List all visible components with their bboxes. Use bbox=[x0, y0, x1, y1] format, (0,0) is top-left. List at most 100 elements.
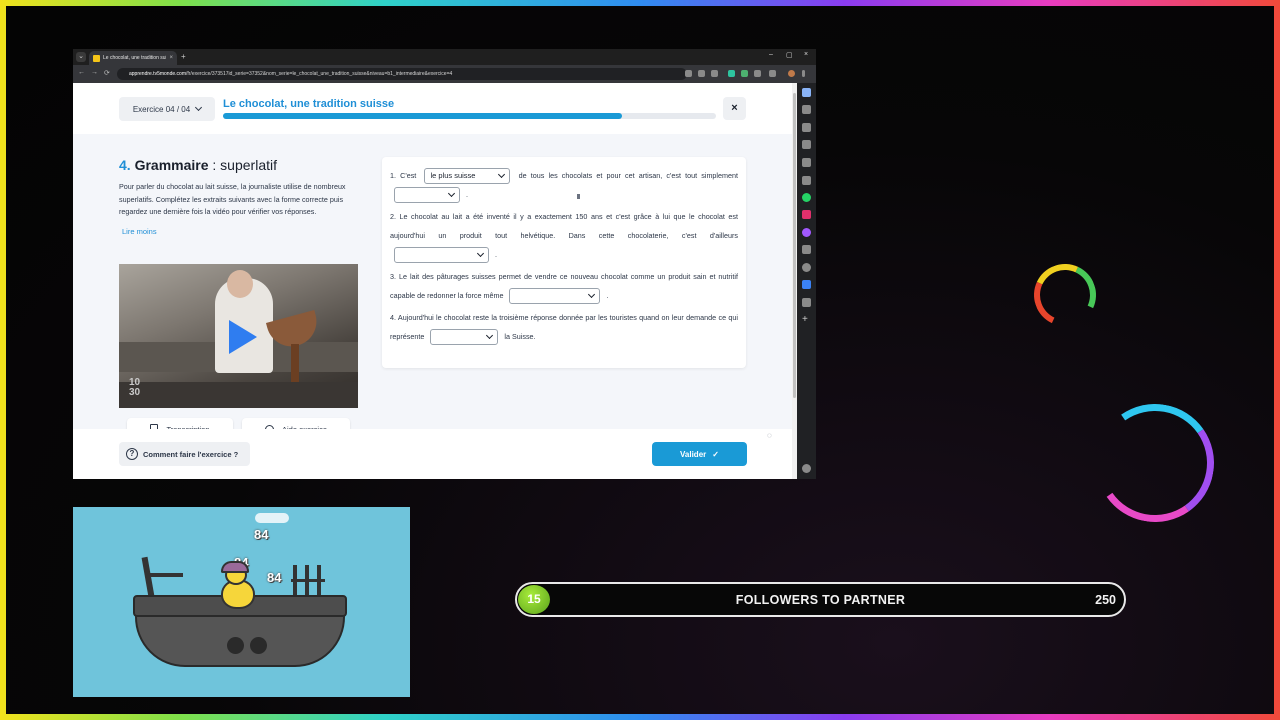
question-4: 4. Aujourd'hui le chocolat reste la troi… bbox=[390, 308, 738, 346]
exercise-selector[interactable]: Exercice 04 / 04 bbox=[119, 97, 215, 121]
extension-icon[interactable] bbox=[802, 280, 811, 289]
chart-icon[interactable] bbox=[802, 245, 811, 254]
shopping-icon[interactable] bbox=[802, 140, 811, 149]
reload-button[interactable]: ⟳ bbox=[104, 69, 110, 77]
zoom-icon[interactable] bbox=[698, 70, 705, 77]
tab-search-button[interactable]: ⌄ bbox=[76, 52, 86, 62]
answer-select-2[interactable] bbox=[394, 187, 460, 204]
exercise-header: Exercice 04 / 04 Le chocolat, une tradit… bbox=[73, 83, 797, 134]
section-name: Grammaire bbox=[134, 157, 209, 173]
check-icon: ✓ bbox=[712, 449, 719, 459]
forward-button[interactable]: → bbox=[91, 69, 98, 76]
section-topic: : superlatif bbox=[208, 157, 277, 173]
video-frame-table bbox=[119, 382, 358, 408]
treadmill-bar bbox=[145, 573, 183, 577]
weight-rack bbox=[291, 565, 325, 597]
new-tab-button[interactable]: + bbox=[181, 52, 186, 61]
bookmarks-icon[interactable] bbox=[802, 88, 811, 97]
game-overlay: 84 84 84 bbox=[73, 507, 410, 697]
how-to-button[interactable]: ? Comment faire l'exercice ? bbox=[119, 442, 250, 466]
followers-count-badge: 15 bbox=[518, 585, 550, 614]
exercise-selector-label: Exercice 04 / 04 bbox=[132, 104, 191, 114]
address-bar[interactable]: apprendre.tv5monde.com/fr/exercice/37351… bbox=[117, 68, 687, 80]
extension-icon[interactable] bbox=[754, 70, 761, 77]
tv5monde-favicon-icon bbox=[93, 54, 100, 62]
validate-label: Valider bbox=[680, 449, 707, 459]
gear-icon[interactable] bbox=[802, 464, 811, 473]
exercise-card: 1. C'est le plus suisse de tous les choc… bbox=[382, 157, 746, 368]
reading-list-icon[interactable] bbox=[802, 105, 811, 114]
maximize-button[interactable]: ▢ bbox=[786, 51, 793, 59]
video-frame-chocolate bbox=[291, 344, 299, 384]
followers-goal-label: FOLLOWERS TO PARTNER bbox=[735, 593, 906, 607]
how-to-label: Comment faire l'exercice ? bbox=[143, 449, 239, 459]
answer-select-4[interactable] bbox=[509, 288, 601, 305]
mouse-cursor-icon bbox=[577, 194, 580, 199]
bookmark-star-icon[interactable] bbox=[711, 70, 718, 77]
menu-kebab-icon[interactable] bbox=[802, 70, 805, 77]
chevron-down-icon bbox=[498, 171, 506, 179]
bell-icon[interactable] bbox=[802, 263, 811, 272]
section-title: 4. Grammaire : superlatif bbox=[119, 157, 359, 173]
back-button[interactable]: ← bbox=[78, 69, 85, 76]
decorative-ring-small bbox=[1025, 255, 1105, 335]
feedback-icon[interactable]: ◌ bbox=[767, 431, 772, 440]
add-icon[interactable]: + bbox=[802, 315, 811, 325]
page-viewport: Exercice 04 / 04 Le chocolat, une tradit… bbox=[73, 83, 797, 479]
extensions-puzzle-icon[interactable] bbox=[769, 70, 776, 77]
treadmill bbox=[141, 556, 155, 598]
decorative-ring-large bbox=[1086, 394, 1224, 532]
exercise-footer: ◌ ? Comment faire l'exercice ? Valider ✓ bbox=[73, 429, 797, 479]
followers-goal-bar: FOLLOWERS TO PARTNER 15 250 bbox=[515, 582, 1126, 617]
question-1: 1. C'est le plus suisse de tous les choc… bbox=[390, 166, 738, 204]
answer-select-3[interactable] bbox=[394, 247, 489, 264]
question-2-text-end: . bbox=[495, 250, 497, 259]
chevron-down-icon bbox=[447, 190, 456, 198]
followers-goal-target: 250 bbox=[1095, 593, 1116, 607]
close-window-button[interactable]: × bbox=[804, 51, 808, 58]
extension-icon[interactable] bbox=[741, 70, 748, 77]
chevron-down-icon bbox=[486, 332, 494, 340]
question-4-text-end: la Suisse. bbox=[504, 332, 536, 341]
instructions-text: Pour parler du chocolat au lait suisse, … bbox=[119, 182, 346, 217]
tab-bar: ⌄ Le chocolat, une tradition suisse × + … bbox=[73, 49, 816, 65]
url-path: /fr/exercice/373517id_serie=37352&nom_se… bbox=[185, 71, 453, 77]
play-icon[interactable] bbox=[229, 320, 257, 354]
question-2: 2. Le chocolat au lait a été inventé il … bbox=[390, 207, 738, 264]
chevron-down-icon bbox=[476, 250, 485, 258]
duck-hair bbox=[221, 561, 249, 573]
translate-icon[interactable] bbox=[685, 70, 692, 77]
video-player[interactable]: 10 30 bbox=[119, 264, 358, 408]
answer-select-1[interactable]: le plus suisse bbox=[424, 168, 511, 185]
answer-select-1-value: le plus suisse bbox=[430, 171, 476, 181]
whatsapp-icon[interactable] bbox=[802, 193, 811, 202]
score-counter-top: 84 bbox=[254, 527, 269, 542]
translate-icon[interactable] bbox=[802, 298, 811, 307]
question-1-text-end: . bbox=[466, 190, 468, 199]
rewind-10-icon[interactable]: 10 30 bbox=[129, 378, 140, 398]
browser-tab[interactable]: Le chocolat, une tradition suisse × bbox=[89, 51, 177, 65]
url-domain: apprendre.tv5monde.com bbox=[129, 71, 186, 77]
tab-title: Le chocolat, une tradition suisse bbox=[103, 55, 167, 61]
minimize-button[interactable]: – bbox=[769, 51, 773, 58]
instagram-icon[interactable] bbox=[802, 210, 811, 219]
read-less-link[interactable]: Lire moins bbox=[122, 227, 359, 236]
chevron-down-icon bbox=[588, 291, 596, 299]
messenger-icon[interactable] bbox=[802, 228, 811, 237]
answer-select-5[interactable] bbox=[430, 329, 499, 346]
cloud bbox=[255, 513, 289, 523]
porthole bbox=[250, 637, 267, 654]
scrollbar-thumb[interactable] bbox=[793, 93, 796, 398]
progress-bar bbox=[223, 113, 716, 119]
clipboard-icon[interactable] bbox=[802, 176, 811, 185]
cube-icon[interactable] bbox=[802, 123, 811, 132]
translate-icon[interactable] bbox=[802, 158, 811, 167]
extension-icon[interactable] bbox=[728, 70, 735, 77]
profile-avatar[interactable] bbox=[788, 70, 795, 77]
tab-close-icon[interactable]: × bbox=[169, 55, 173, 61]
validate-button[interactable]: Valider ✓ bbox=[652, 442, 747, 466]
question-3-text-end: . bbox=[606, 291, 609, 300]
chevron-down-icon bbox=[195, 103, 203, 112]
question-mark-icon: ? bbox=[126, 448, 138, 460]
close-exercise-button[interactable]: × bbox=[723, 97, 746, 120]
